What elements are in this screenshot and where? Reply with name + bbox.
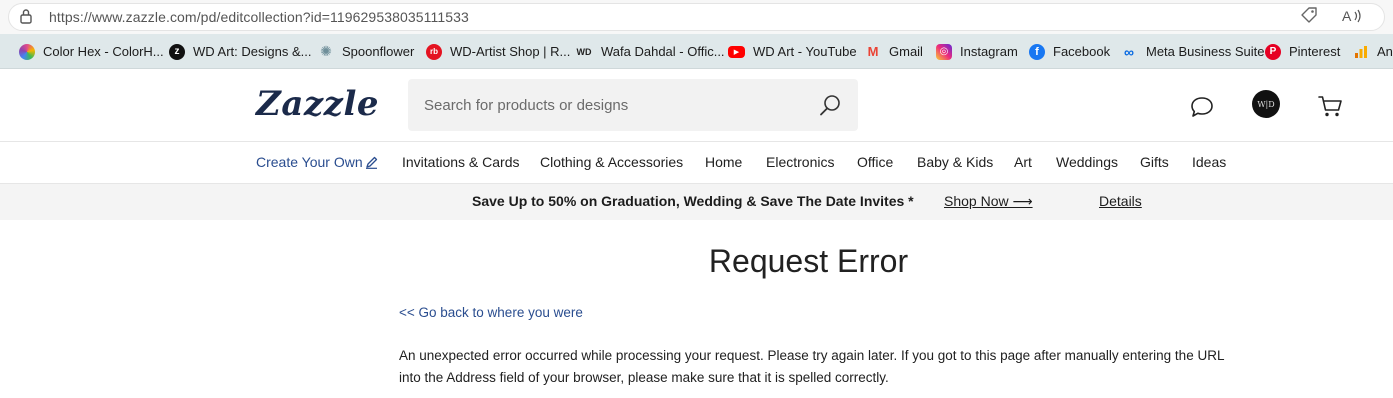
bookmark-wd-artist-shop[interactable]: rb WD-Artist Shop | R...	[426, 34, 570, 69]
cart-icon[interactable]	[1317, 94, 1343, 118]
bookmark-instagram[interactable]: ◎ Instagram	[936, 34, 1018, 69]
bookmark-label: WD Art - YouTube	[753, 44, 857, 59]
nav-gifts[interactable]: Gifts	[1140, 154, 1169, 170]
redbubble-icon: rb	[426, 43, 442, 60]
zazzle-logo[interactable]: Zazzle	[256, 84, 379, 124]
error-message: An unexpected error occurred while proce…	[399, 348, 1224, 385]
details-link[interactable]: Details	[1099, 193, 1142, 209]
nav-invitations-cards[interactable]: Invitations & Cards	[402, 154, 520, 170]
nav-ideas[interactable]: Ideas	[1192, 154, 1226, 170]
bookmark-label: WD-Artist Shop | R...	[450, 44, 571, 59]
colorhex-icon	[19, 43, 35, 60]
nav-weddings[interactable]: Weddings	[1056, 154, 1118, 170]
read-aloud-icon[interactable]: A	[1341, 6, 1363, 26]
bookmark-label: Spoonflower	[342, 44, 415, 59]
search-box	[408, 79, 858, 131]
meta-icon: ∞	[1124, 43, 1134, 60]
browser-address-bar: https://www.zazzle.com/pd/editcollection…	[0, 0, 1393, 34]
url-text[interactable]: https://www.zazzle.com/pd/editcollection…	[49, 9, 469, 25]
zazzle-icon: z	[169, 43, 185, 60]
bookmark-label: Gmail	[889, 44, 923, 59]
bookmark-gmail[interactable]: M Gmail	[865, 34, 923, 69]
nav-office[interactable]: Office	[857, 154, 893, 170]
avatar[interactable]: W|D	[1252, 90, 1280, 118]
analytics-icon	[1353, 44, 1369, 60]
bookmark-analytics[interactable]: Ana	[1353, 34, 1393, 69]
promo-text: Save Up to 50% on Graduation, Wedding & …	[472, 193, 914, 209]
search-icon[interactable]	[818, 93, 842, 117]
go-back-link[interactable]: << Go back to where you were	[399, 305, 583, 320]
bookmark-label: Pinterest	[1289, 44, 1341, 59]
bookmark-meta-business-suite[interactable]: ∞ Meta Business Suite	[1120, 34, 1265, 69]
tag-icon[interactable]	[1299, 6, 1319, 26]
promo-banner: Save Up to 50% on Graduation, Wedding & …	[0, 184, 1393, 220]
nav-baby-kids[interactable]: Baby & Kids	[917, 154, 993, 170]
bookmark-label: Instagram	[960, 44, 1018, 59]
bookmark-label: Meta Business Suite	[1146, 44, 1265, 59]
bookmarks-bar: . Color Hex - ColorH... z WD Art: Design…	[0, 34, 1393, 69]
nav-home[interactable]: Home	[705, 154, 742, 170]
nav-electronics[interactable]: Electronics	[766, 154, 834, 170]
bookmark-color-hex[interactable]: Color Hex - ColorH...	[19, 34, 164, 69]
bookmark-label: Ana	[1377, 44, 1393, 59]
instagram-icon: ◎	[936, 43, 952, 60]
nav-create-your-own[interactable]: Create Your Own	[256, 154, 363, 170]
facebook-icon: f	[1029, 43, 1045, 60]
bookmark-facebook[interactable]: f Facebook	[1029, 34, 1110, 69]
lock-icon[interactable]	[19, 8, 33, 24]
pinterest-icon: P	[1265, 43, 1281, 60]
bookmark-spoonflower[interactable]: ✺ Spoonflower	[318, 34, 414, 69]
pencil-icon[interactable]	[365, 156, 378, 169]
wd-icon: WD	[576, 46, 592, 57]
bookmark-label: Wafa Dahdal - Offic...	[601, 44, 725, 59]
bookmark-wd-art-youtube[interactable]: ▶ WD Art - YouTube	[728, 34, 857, 69]
bookmark-label: Facebook	[1053, 44, 1111, 59]
bookmark-label: Color Hex - ColorH...	[43, 44, 164, 59]
nav-art[interactable]: Art	[1014, 154, 1032, 170]
gmail-icon: M	[867, 44, 879, 59]
svg-text:A: A	[1342, 8, 1352, 24]
page-title: Request Error	[708, 243, 909, 279]
nav-clothing-accessories[interactable]: Clothing & Accessories	[540, 154, 683, 170]
site-header: Zazzle W|D	[0, 70, 1393, 142]
bookmark-pinterest[interactable]: P Pinterest	[1265, 34, 1340, 69]
search-input[interactable]	[408, 79, 808, 131]
youtube-icon: ▶	[728, 45, 745, 58]
spoonflower-icon: ✺	[320, 43, 332, 59]
shop-now-link[interactable]: Shop Now ⟶	[944, 193, 1033, 210]
bookmark-label: WD Art: Designs &...	[193, 44, 312, 59]
bookmark-wd-art-designs[interactable]: z WD Art: Designs &...	[169, 34, 311, 69]
bookmark-wafa-dahdal[interactable]: WD Wafa Dahdal - Offic...	[575, 34, 725, 69]
category-nav: Create Your Own Invitations & Cards Clot…	[0, 142, 1393, 184]
chat-icon[interactable]	[1189, 95, 1215, 119]
